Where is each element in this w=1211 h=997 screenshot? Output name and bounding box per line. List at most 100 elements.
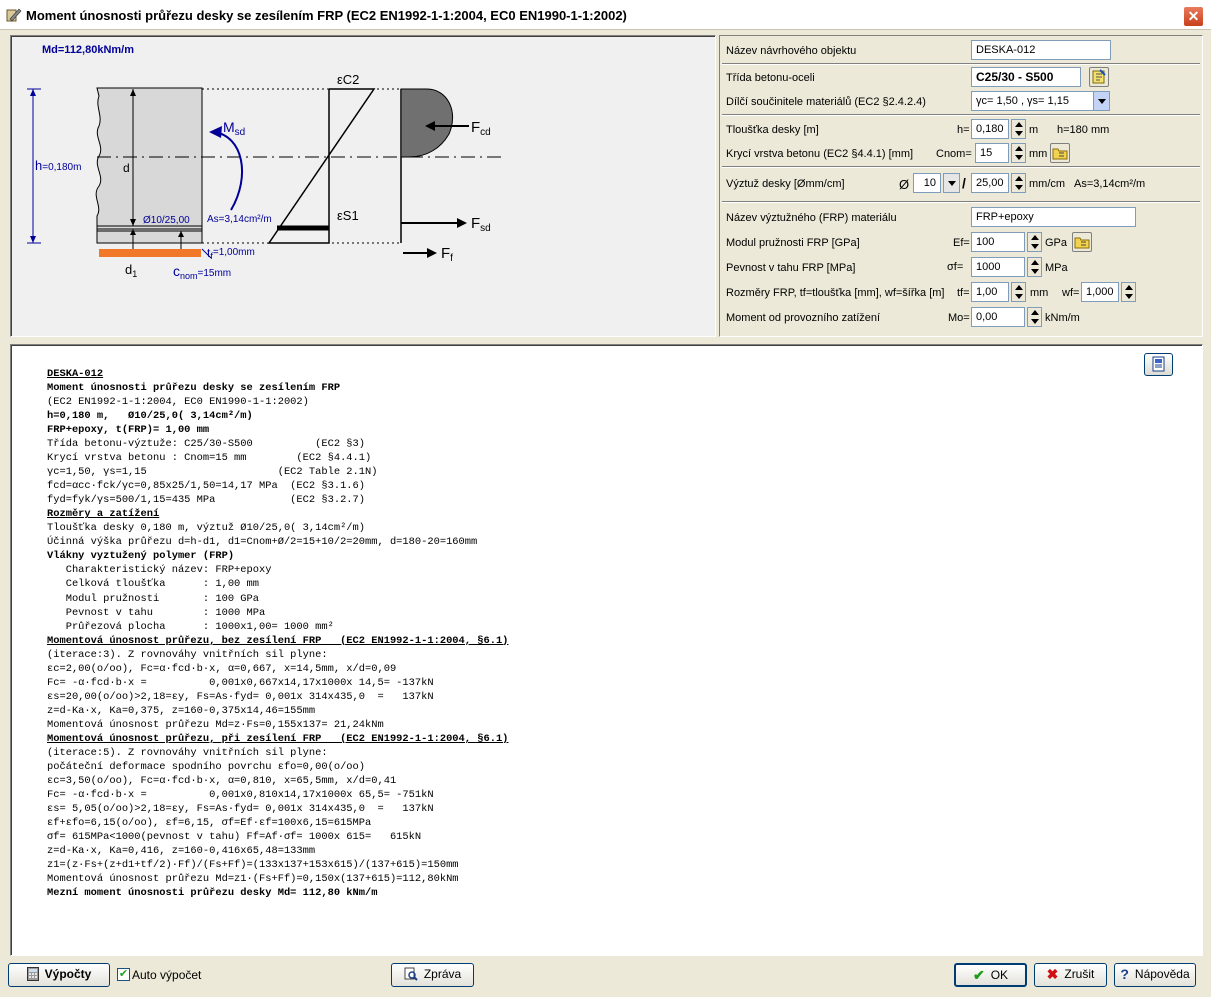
close-button[interactable]: ✕	[1183, 6, 1204, 27]
frp-strength-stepper[interactable]	[1027, 257, 1042, 277]
cover-stepper[interactable]	[1011, 143, 1026, 163]
svg-text:h=0,180m: h=0,180m	[35, 158, 81, 173]
report-line: Účinná výška průřezu d=h-d1, d1=Cnom+Ø/2…	[47, 536, 478, 549]
help-button[interactable]: ? Nápověda	[1114, 963, 1196, 987]
report-line: εs= 5,05(o/oo)>2,18=εy, Fs=As·fyd= 0,001…	[47, 802, 434, 815]
report-line: fyd=fyk/γs=500/1,15=435 MPa (EC2 §3.2.7)	[47, 494, 366, 507]
section-parameters: Název návrhového objektu DESKA-012 Třída…	[719, 35, 1203, 337]
ok-button[interactable]: ✔ OK	[954, 963, 1027, 987]
service-moment-unit: kNm/m	[1045, 312, 1080, 324]
magnifier-icon	[404, 964, 418, 985]
report-line: Momentová únosnost průřezu, bez zesílení…	[47, 634, 509, 647]
cnom-label: c	[173, 263, 180, 279]
frp-name-label: Název výztužného (FRP) materiálu	[726, 212, 897, 224]
frp-width-stepper[interactable]	[1121, 282, 1136, 302]
report-line: εc=2,00(o/oo), Fc=α·fcd·b·x, α=0,667, x=…	[47, 662, 397, 675]
service-moment-stepper[interactable]	[1027, 307, 1042, 327]
cancel-button[interactable]: ✖ Zrušit	[1034, 963, 1107, 987]
object-name-input[interactable]: DESKA-012	[971, 40, 1111, 60]
safety-factors-select[interactable]: γc= 1,50 , γs= 1,15	[971, 91, 1095, 111]
rebar-spacing-input[interactable]: 25,00	[971, 173, 1009, 193]
height-dimension: h=0,180m	[27, 88, 81, 244]
svg-text:tf=1,00mm: tf=1,00mm	[207, 246, 255, 261]
thickness-input[interactable]: 0,180	[971, 119, 1009, 139]
frp-name-input[interactable]: FRP+epoxy	[971, 207, 1136, 227]
moment-arrow: Msd	[209, 119, 246, 211]
section-diagram: Md=112,80kNm/m h=0,180m d Msd Ø10/25,00 …	[10, 35, 716, 337]
document-icon	[1152, 356, 1165, 372]
report-line: z=d-Ka·x, Ka=0,416, z=160-0,416x65,48=13…	[47, 845, 316, 858]
calculations-button[interactable]: Výpočty	[8, 963, 110, 987]
thickness-stepper[interactable]	[1011, 119, 1026, 139]
fsd-sub: sd	[480, 223, 491, 234]
msd-label: M	[223, 119, 235, 135]
concrete-class-field[interactable]: C25/30 - S500	[971, 67, 1081, 87]
report-line: εc=3,50(o/oo), Fc=α·fcd·b·x, α=0,810, x=…	[47, 774, 397, 787]
ff-label: F	[441, 245, 450, 262]
frp-width-input[interactable]: 1,000	[1081, 282, 1119, 302]
svg-text:d1: d1	[125, 262, 137, 279]
auto-calc-checkbox[interactable]: ✔	[117, 968, 130, 981]
frp-thickness-stepper[interactable]	[1011, 282, 1026, 302]
auto-calc-label: Auto výpočet	[132, 968, 202, 982]
checkmark-icon: ✔	[972, 967, 985, 984]
report-line: Krycí vrstva betonu : Cnom=15 mm (EC2 §4…	[47, 452, 372, 465]
folder-icon	[1074, 237, 1090, 249]
frp-modulus-stepper[interactable]	[1027, 232, 1042, 252]
frp-modulus-input[interactable]: 100	[971, 232, 1025, 252]
report-label: Zpráva	[423, 967, 462, 981]
fcd-label: F	[471, 119, 480, 136]
cnom-value: =15mm	[198, 268, 232, 279]
es1-label: εS1	[337, 208, 359, 223]
frp-strength-input[interactable]: 1000	[971, 257, 1025, 277]
rebar-slash: /	[962, 175, 966, 191]
cover-unit: mm	[1029, 148, 1048, 160]
concrete-class-label: Třída betonu-oceli	[726, 72, 815, 84]
frp-library-button[interactable]	[1072, 232, 1092, 252]
svg-text:Ff: Ff	[441, 245, 453, 264]
calculator-icon	[26, 964, 39, 985]
cover-table-button[interactable]	[1050, 143, 1070, 163]
rebar-unit: mm/cm	[1029, 178, 1066, 190]
ec2-label: εC2	[337, 72, 359, 87]
report-export-button[interactable]	[1144, 353, 1173, 376]
chevron-down-icon[interactable]	[1093, 91, 1110, 111]
cancel-label: Zrušit	[1064, 967, 1095, 981]
report-line: h=0,180 m, Ø10/25,0( 3,14cm²/m)	[47, 410, 253, 423]
rebar-label: Výztuž desky [Ømm/cm]	[726, 178, 845, 190]
report-line: Momentová únosnost průřezu Md=z1·(Fs+Ff)…	[47, 873, 459, 886]
section-report[interactable]: DESKA-012 Moment únosnosti průřezu desky …	[10, 344, 1203, 956]
thickness-unit: m	[1029, 124, 1039, 136]
report-line: εf+εfo=6,15(o/oo), εf=6,15, σf=Ef·εf=100…	[47, 817, 372, 829]
d-label: d	[123, 161, 130, 175]
frp-modulus-prefix: Ef=	[953, 237, 970, 249]
calculation-report: DESKA-012 Moment únosnosti průřezu desky …	[47, 367, 508, 900]
report-line: Fc= -α·fcd·b·x = 0,001x0,667x14,17x1000x…	[47, 676, 434, 689]
calculations-label: Výpočty	[44, 967, 92, 981]
frp-tf-unit: mm	[1030, 287, 1049, 299]
rebar-spacing-stepper[interactable]	[1011, 173, 1026, 193]
report-line: Rozměry a zatížení	[47, 508, 160, 521]
folder-icon	[1052, 148, 1068, 160]
tf-value: =1,00mm	[213, 247, 255, 258]
ok-label: OK	[990, 968, 1009, 982]
stress-block: Fcd Fsd Ff	[400, 88, 491, 264]
cover-prefix: Cnom=	[936, 148, 972, 160]
report-line: počáteční deformace spodního povrchu εfo…	[47, 760, 366, 773]
service-moment-input[interactable]: 0,00	[971, 307, 1025, 327]
material-picker-button[interactable]	[1089, 67, 1109, 87]
report-line: Momentová únosnost průřezu, při zesílení…	[47, 732, 509, 745]
rebar-prefix: Ø	[899, 177, 910, 192]
report-line: γc=1,50, γs=1,15 (EC2 Table 2.1N)	[47, 466, 378, 479]
svg-text:Fcd: Fcd	[471, 119, 491, 138]
rebar-diameter-select[interactable]: 10	[913, 173, 941, 193]
d1-sub: 1	[132, 269, 137, 279]
report-button[interactable]: Zpráva	[391, 963, 474, 987]
frp-thickness-input[interactable]: 1,00	[971, 282, 1009, 302]
cover-input[interactable]: 15	[975, 143, 1009, 163]
fcd-sub: cd	[480, 127, 491, 138]
rebar-dropdown-button[interactable]	[943, 173, 960, 193]
rebar-area-readout: As=3,14cm²/m	[1074, 178, 1146, 190]
msd-sub: sd	[235, 127, 246, 138]
safety-factors-label: Dílčí součinitele materiálů (EC2 §2.4.2.…	[726, 96, 926, 108]
